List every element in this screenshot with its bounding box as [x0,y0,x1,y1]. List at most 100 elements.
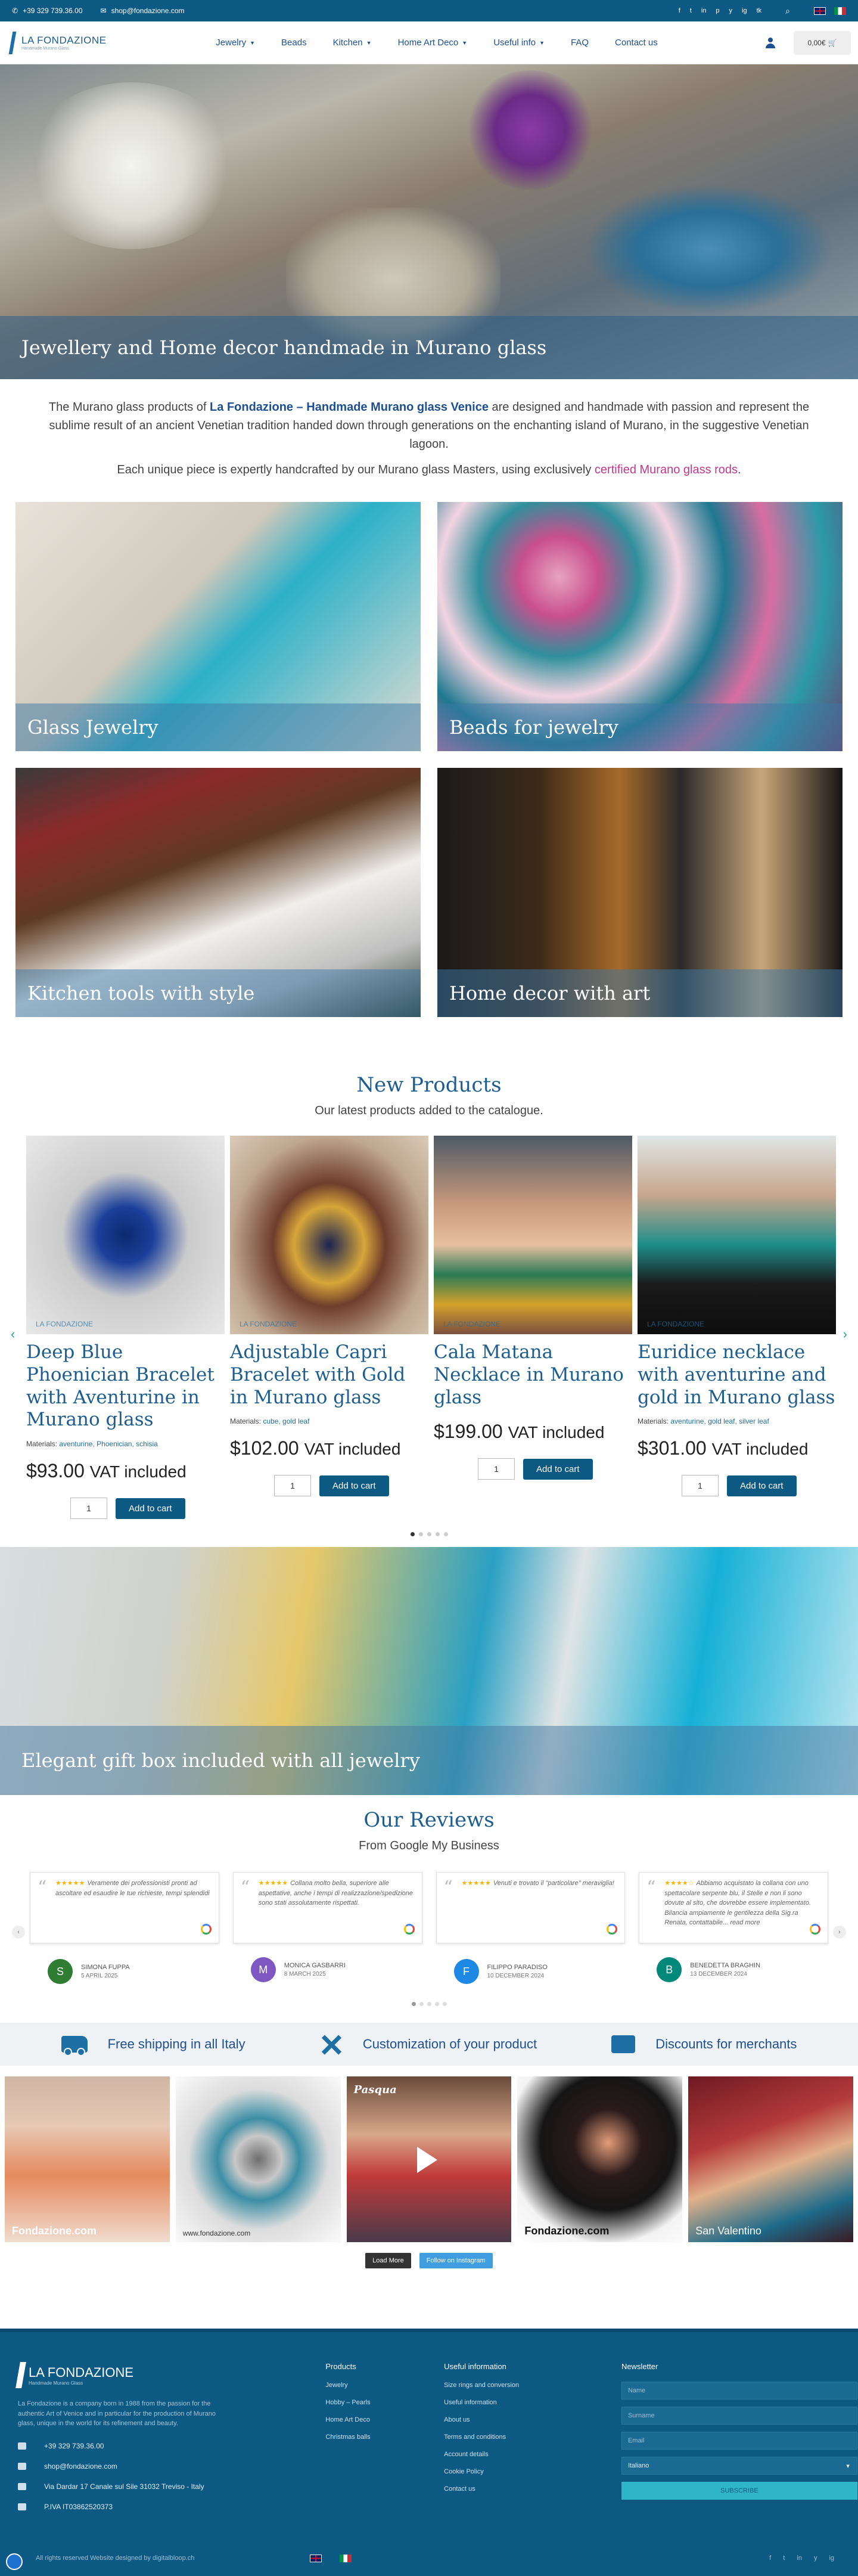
follow-instagram-button[interactable]: Follow on Instagram [419,2253,493,2269]
subscribe-button[interactable]: SUBSCRIBE [621,2482,857,2500]
newsletter-language-select[interactable]: Italiano ▾ [621,2457,857,2475]
add-to-cart-button[interactable]: Add to cart [523,1458,593,1480]
footer-link[interactable]: About us [444,2416,621,2423]
carousel-dot[interactable] [418,1532,423,1537]
chevron-left-icon[interactable]: ‹ [12,1926,25,1939]
instagram-icon[interactable]: ig [829,2555,834,2562]
instagram-post[interactable]: www.fondazione.com [175,2076,341,2243]
youtube-icon[interactable]: y [814,2555,817,2562]
tiktok-icon[interactable]: tk [757,7,762,14]
newsletter-name-input[interactable]: Name [621,2382,857,2400]
newsletter-email-input[interactable]: Email [621,2432,857,2450]
flag-it-icon[interactable] [340,2554,352,2562]
footer-link[interactable]: Size rings and conversion [444,2382,621,2389]
product-image[interactable]: LA FONDAZIONE [638,1136,836,1334]
product-image[interactable]: LA FONDAZIONE [230,1136,428,1334]
category-home-decor[interactable]: Home decor with art [437,768,843,1017]
footer-email[interactable]: shop@fondazione.com [18,2456,307,2476]
category-glass-jewelry[interactable]: Glass Jewelry [15,502,421,751]
twitter-icon[interactable]: t [783,2555,785,2562]
footer-phone[interactable]: +39 329 739.36.00 [18,2436,307,2456]
chevron-left-icon[interactable]: ‹ [11,1326,15,1342]
footer-link[interactable]: Contact us [444,2485,621,2493]
footer-link[interactable]: Home Art Deco [325,2416,426,2423]
footer-link[interactable]: Useful information [444,2399,621,2406]
instagram-post[interactable]: Fondazione.com [5,2076,170,2243]
carousel-dot[interactable] [434,2002,439,2007]
linkedin-icon[interactable]: in [797,2555,802,2562]
carousel-dot[interactable] [411,2002,416,2007]
carousel-dot[interactable] [419,2002,424,2007]
nav-item-faq[interactable]: FAQ [571,38,589,48]
avatar: B [657,1957,682,1983]
reviews-section: Our Reviews From Google My Business ‹ “ ★… [0,1808,858,2007]
nav-item-home-art-deco[interactable]: Home Art Deco ▼ [398,38,468,48]
product-name[interactable]: Cala Matana Necklace in Murano glass [434,1341,632,1409]
carousel-dot[interactable] [435,1532,440,1537]
flag-en-icon[interactable] [814,7,826,15]
chevron-right-icon[interactable]: › [833,1926,846,1939]
newsletter-surname-input[interactable]: Surname [621,2407,857,2425]
product-name[interactable]: Deep Blue Phoenician Bracelet with Avent… [26,1341,225,1431]
footer-link[interactable]: Cookie Policy [444,2468,621,2475]
nav-item-contact[interactable]: Contact us [615,38,658,48]
carousel-dot[interactable] [442,2002,447,2007]
nav-item-jewelry[interactable]: Jewelry ▼ [216,38,255,48]
twitter-icon[interactable]: t [690,7,692,14]
certified-rods-link[interactable]: certified Murano glass rods [595,463,738,476]
product-name[interactable]: Adjustable Capri Bracelet with Gold in M… [230,1341,428,1409]
topbar-phone[interactable]: ✆ +39 329 739.36.00 [12,7,83,15]
category-kitchen[interactable]: Kitchen tools with style [15,768,421,1017]
footer-link[interactable]: Hobby – Pearls [325,2399,426,2406]
nav-item-kitchen[interactable]: Kitchen ▼ [333,38,372,48]
load-more-button[interactable]: Load More [365,2253,411,2269]
brand-link[interactable]: La Fondazione – Handmade Murano glass Ve… [210,401,489,414]
carousel-dot[interactable] [427,2002,431,2007]
category-beads[interactable]: Beads for jewelry [437,502,843,751]
carousel-dot[interactable] [443,1532,448,1537]
flag-en-icon[interactable] [310,2554,322,2562]
product-materials: Materials: cube, gold leaf [230,1417,310,1426]
chevron-down-icon: ▾ [846,2462,850,2470]
instagram-icon[interactable]: ig [742,7,747,14]
nav-item-beads[interactable]: Beads [281,38,307,48]
pinterest-icon[interactable]: p [716,7,719,14]
footer-link[interactable]: Account details [444,2451,621,2458]
nav-item-useful-info[interactable]: Useful info ▼ [493,38,545,48]
quantity-input[interactable]: 1 [682,1475,719,1497]
quantity-input[interactable]: 1 [274,1475,311,1497]
cart-button[interactable]: 0,00€ 🛒 [794,30,851,55]
search-icon[interactable]: ⌕ [785,6,790,16]
carousel-dot[interactable] [427,1532,431,1537]
topbar-email[interactable]: ✉ shop@fondazione.com [101,7,185,15]
product-image[interactable]: LA FONDAZIONE [434,1136,632,1334]
section-subtitle: From Google My Business [359,1839,499,1853]
footer-link[interactable]: Christmas balls [325,2434,426,2441]
play-icon[interactable] [416,2147,437,2174]
instagram-post[interactable]: Fondazione.com [517,2076,683,2243]
rating-stars: ★★★★★ [258,1880,288,1887]
carousel-dot[interactable] [410,1532,415,1537]
site-logo[interactable]: LA FONDAZIONE Handmade Murano Glass [7,29,108,57]
product-image[interactable]: LA FONDAZIONE [26,1136,225,1334]
accessibility-icon[interactable] [6,2553,23,2570]
footer-logo[interactable]: LA FONDAZIONE Handmade Murano Glass [15,2362,307,2388]
facebook-icon[interactable]: f [769,2555,771,2562]
chevron-down-icon: ▼ [366,39,372,46]
product-name[interactable]: Euridice necklace with aventurine and go… [638,1341,836,1409]
add-to-cart-button[interactable]: Add to cart [116,1498,185,1519]
add-to-cart-button[interactable]: Add to cart [319,1475,389,1496]
facebook-icon[interactable]: f [679,7,680,14]
linkedin-icon[interactable]: in [701,7,707,14]
instagram-post[interactable]: San Valentino [688,2076,853,2243]
quantity-input[interactable]: 1 [478,1458,515,1480]
account-icon[interactable] [765,37,776,48]
chevron-right-icon[interactable]: › [843,1326,847,1342]
quantity-input[interactable]: 1 [70,1498,107,1520]
footer-link[interactable]: Terms and conditions [444,2434,621,2441]
add-to-cart-button[interactable]: Add to cart [727,1475,797,1496]
instagram-post[interactable]: Pasqua [346,2076,512,2243]
flag-it-icon[interactable] [834,7,846,15]
youtube-icon[interactable]: y [729,7,733,14]
footer-link[interactable]: Jewelry [325,2382,426,2389]
